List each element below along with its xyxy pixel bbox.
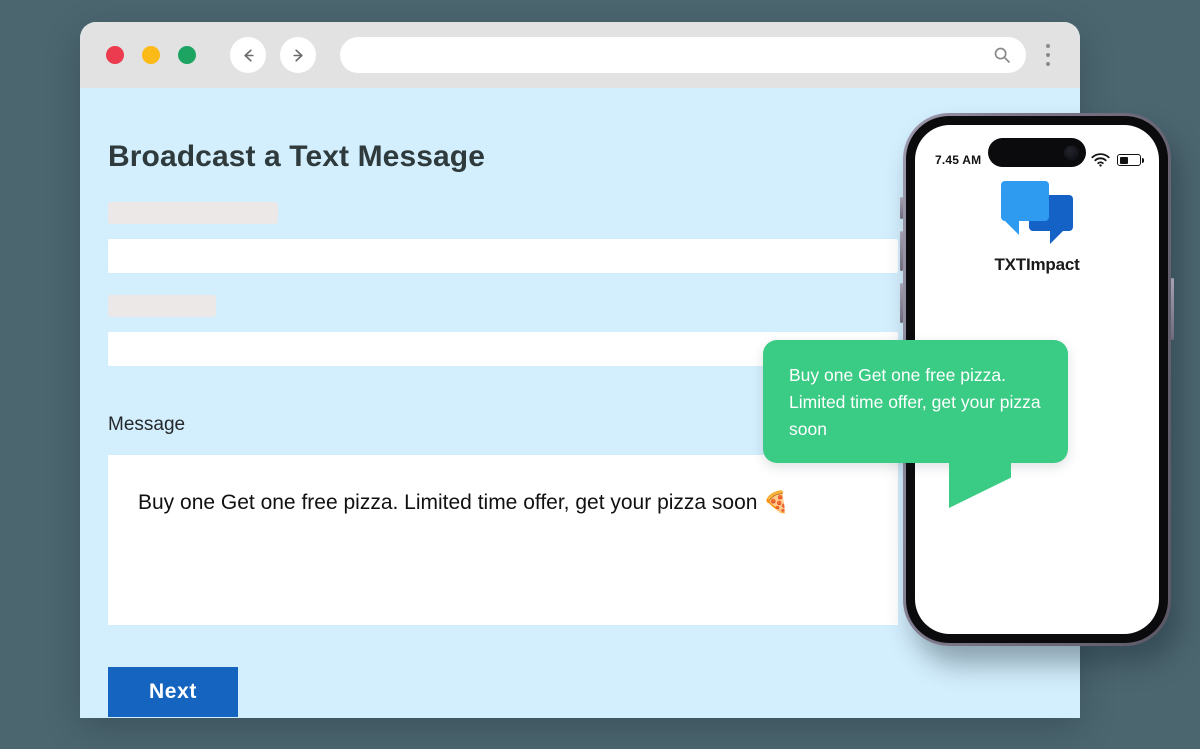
forward-button[interactable] [280, 37, 316, 73]
browser-menu-button[interactable] [1034, 35, 1062, 75]
sms-preview-bubble: Buy one Get one free pizza. Limited time… [763, 340, 1068, 508]
chat-bubbles-icon [1001, 181, 1073, 244]
recipient-input[interactable] [108, 239, 898, 273]
chat-bubble-front-icon [1001, 181, 1049, 235]
window-traffic-lights [106, 46, 196, 64]
sms-preview-text: Buy one Get one free pizza. Limited time… [789, 365, 1041, 439]
app-logo-block: TXTImpact [915, 181, 1159, 275]
phone-silent-switch[interactable] [900, 197, 903, 219]
address-bar[interactable] [340, 37, 1026, 73]
status-icons [1091, 153, 1144, 167]
close-window-button[interactable] [106, 46, 124, 64]
search-icon[interactable] [992, 45, 1012, 65]
kebab-dot [1046, 53, 1050, 57]
field-label-skeleton-2 [108, 295, 216, 317]
screenshot-stage: Broadcast a Text Message Message Buy one… [0, 0, 1200, 749]
phone-power-button[interactable] [1171, 278, 1174, 340]
maximize-window-button[interactable] [178, 46, 196, 64]
phone-volume-up-button[interactable] [900, 231, 903, 271]
arrow-right-icon [292, 48, 303, 62]
browser-nav-buttons [230, 37, 316, 73]
status-time: 7.45 AM [935, 153, 982, 167]
browser-chrome [80, 22, 1080, 88]
arrow-left-icon [243, 48, 254, 62]
back-button[interactable] [230, 37, 266, 73]
minimize-window-button[interactable] [142, 46, 160, 64]
kebab-dot [1046, 62, 1050, 66]
field-label-skeleton-1 [108, 202, 278, 224]
battery-icon [1117, 154, 1144, 166]
next-button[interactable]: Next [108, 667, 238, 717]
app-name: TXTImpact [994, 255, 1080, 274]
wifi-icon [1091, 153, 1110, 167]
phone-volume-down-button[interactable] [900, 283, 903, 323]
kebab-dot [1046, 44, 1050, 48]
message-textarea[interactable]: Buy one Get one free pizza. Limited time… [108, 455, 898, 625]
phone-status-bar: 7.45 AM [915, 125, 1159, 181]
